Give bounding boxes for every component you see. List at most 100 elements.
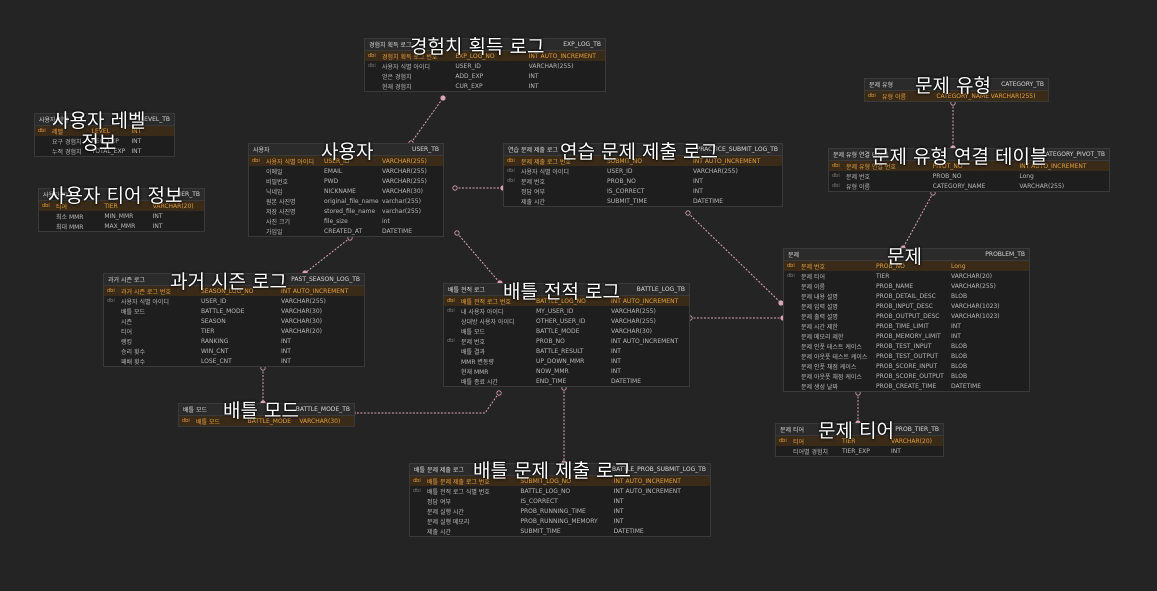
- key-badge: dbi: [107, 298, 115, 304]
- table-row[interactable]: dbi 사용자 식별 아이디 USER_ID VARCHAR(255): [104, 296, 364, 306]
- table-row[interactable]: 정답 여부 IS_CORRECT INT: [410, 496, 710, 506]
- column-name: 패배 횟수: [121, 358, 145, 366]
- table-row[interactable]: dbi 문제 번호 PROB_NO INT: [504, 176, 782, 186]
- table-row[interactable]: 이메일 EMAIL VARCHAR(255): [249, 166, 443, 176]
- table-label: 과거 시즌 로그: [108, 277, 145, 284]
- field-name: PROB_DETAIL_DESC: [876, 292, 936, 300]
- table-row[interactable]: 문제 입력 설명 PROB_INPUT_DESC VARCHAR(1023): [784, 301, 1029, 311]
- table-row[interactable]: 닉네임 NICKNAME VARCHAR(30): [249, 186, 443, 196]
- field-type: varchar(255): [382, 207, 421, 215]
- column-name: 배틀 결과: [461, 348, 485, 356]
- table-row[interactable]: dbi 문제 티어 TIER VARCHAR(20): [784, 271, 1029, 281]
- caption-battle-mode: 배틀 모드: [223, 400, 299, 422]
- table-row[interactable]: 시즌 SEASON VARCHAR(30): [104, 316, 364, 326]
- field-name: OTHER_USER_ID: [536, 317, 586, 325]
- table-row[interactable]: 승리 횟수 WIN_CNT INT: [104, 346, 364, 356]
- table-row[interactable]: 문제 생성 날짜 PROB_CREATE_TIME DATETIME: [784, 381, 1029, 391]
- field-name: UP_DOWN_MMR: [536, 357, 585, 365]
- field-type: INT: [281, 347, 291, 355]
- field-name: MAX_MMR: [104, 222, 136, 230]
- table-row[interactable]: 비밀번호 PWD VARCHAR(255): [249, 176, 443, 186]
- column-name: 문제 번호: [461, 338, 485, 346]
- field-name: PROB_TEST_INPUT: [876, 342, 932, 350]
- table-row[interactable]: 문제 인풋 테스트 케이스 PROB_TEST_INPUT BLOB: [784, 341, 1029, 351]
- field-name: TIER_EXP: [842, 447, 870, 455]
- table-row[interactable]: 문제 시간 제한 PROB_TIME_LIMIT INT: [784, 321, 1029, 331]
- field-type: VARCHAR(30): [611, 327, 652, 335]
- table-row[interactable]: dbi 유형 이름 CATEGORY_NAME VARCHAR(255): [829, 181, 1109, 191]
- table-row[interactable]: 문제 내용 설명 PROB_DETAIL_DESC BLOB: [784, 291, 1029, 301]
- table-row[interactable]: 저장 사진명 stored_file_name varchar(255): [249, 206, 443, 216]
- table-row[interactable]: dbi 내 사용자 아이디 MY_USER_ID VARCHAR(255): [444, 306, 689, 316]
- field-name: NICKNAME: [324, 187, 356, 195]
- table-row[interactable]: 제출 시간 SUBMIT_TIME DATETIME: [410, 526, 710, 536]
- table-row[interactable]: 티어별 경험치 TIER_EXP INT: [776, 446, 943, 456]
- table-row[interactable]: dbi 사용자 식별 아이디 USER_ID VARCHAR(255): [365, 61, 605, 71]
- column-name: 문제 인풋 테스트 케이스: [801, 343, 862, 351]
- table-row[interactable]: 현재 경험치 CUR_EXP INT: [365, 81, 605, 91]
- column-name: 문제 생성 날짜: [801, 383, 838, 391]
- field-name: BATTLE_LOG_NO: [520, 487, 571, 495]
- column-name: 원본 사진명: [266, 198, 296, 206]
- column-name: 티어: [121, 328, 133, 336]
- table-row[interactable]: 최대 MMR MAX_MMR INT: [39, 221, 204, 231]
- table-row[interactable]: 가입일 CREATED_AT DATETIME: [249, 226, 443, 236]
- table-row[interactable]: 배틀 결과 BATTLE_RESULT INT: [444, 346, 689, 356]
- column-name: 문제 입력 설명: [801, 303, 838, 311]
- table-row[interactable]: dbi 문제 번호 PROB_NO INT AUTO_INCREMENT: [444, 336, 689, 346]
- table-row[interactable]: 얻은 경험치 ADD_EXP INT: [365, 71, 605, 81]
- table-label: 경험치 획득 로그: [369, 42, 412, 49]
- field-name: RANKING: [201, 337, 229, 345]
- field-name: PROB_NO: [932, 172, 962, 180]
- table-row[interactable]: 문제 인풋 채점 케이스 PROB_SCORE_INPUT BLOB: [784, 361, 1029, 371]
- key-badge: dbi: [447, 338, 455, 344]
- field-name: PROB_SCORE_INPUT: [876, 362, 938, 370]
- table-row[interactable]: 랭킹 RANKING INT: [104, 336, 364, 346]
- key-badge: dbi: [447, 308, 455, 314]
- field-name: PROB_MEMORY_LIMIT: [876, 332, 941, 340]
- column-name: 제출 시간: [521, 198, 545, 206]
- table-row[interactable]: 문제 아웃풋 채점 케이스 PROB_SCORE_OUTPUT BLOB: [784, 371, 1029, 381]
- table-row[interactable]: 제출 시간 SUBMIT_TIME DATETIME: [504, 196, 782, 206]
- table-row[interactable]: MMR 변동량 UP_DOWN_MMR INT: [444, 356, 689, 366]
- table-problem[interactable]: 문제 PROBLEM_TB dbi 문제 번호 PROB_NO Long dbi 문제 티어 T…: [783, 248, 1030, 392]
- caption-prob-tier: 문제 티어: [818, 420, 894, 442]
- column-name: 유형 이름: [846, 183, 870, 191]
- column-name: 문제 내용 설명: [801, 293, 838, 301]
- table-row[interactable]: dbi 배틀 전적 로그 식별 번호 BATTLE_LOG_NO INT AUTO_I…: [410, 486, 710, 496]
- column-name: 사용자 식별 아이디: [382, 63, 430, 71]
- column-name: 비밀번호: [266, 178, 289, 186]
- table-row[interactable]: 패배 횟수 LOSE_CNT INT: [104, 356, 364, 366]
- key-badge: dbi: [507, 168, 515, 174]
- table-label: 문제 유형: [869, 82, 893, 89]
- table-row[interactable]: 배틀 종료 시간 END_TIME DATETIME: [444, 376, 689, 386]
- table-row[interactable]: 배틀 모드 BATTLE_MODE VARCHAR(30): [444, 326, 689, 336]
- column-name: 문제 번호: [801, 263, 825, 271]
- field-type: BLOB: [951, 342, 968, 350]
- table-row[interactable]: 문제 이름 PROB_NAME VARCHAR(255): [784, 281, 1029, 291]
- table-row[interactable]: 문제 메모리 제한 PROB_MEMORY_LIMIT INT: [784, 331, 1029, 341]
- table-row[interactable]: dbi 문제 번호 PROB_NO Long: [829, 171, 1109, 181]
- table-row[interactable]: 현재 MMR NOW_MMR INT: [444, 366, 689, 376]
- table-row[interactable]: 정답 여부 IS_CORRECT INT: [504, 186, 782, 196]
- table-row[interactable]: 배틀 모드 BATTLE_MODE VARCHAR(30): [104, 306, 364, 316]
- table-physical-name: CATEGORY_PIVOT_TB: [1041, 151, 1105, 158]
- table-row[interactable]: 문제 아웃풋 테스트 케이스 PROB_TEST_OUTPUT BLOB: [784, 351, 1029, 361]
- column-name: 문제 이름: [801, 283, 825, 291]
- table-row[interactable]: 티어 TIER VARCHAR(20): [104, 326, 364, 336]
- table-row[interactable]: 문제 실행 시간 PROB_RUNNING_TIME INT: [410, 506, 710, 516]
- table-row[interactable]: dbi 사용자 식별 아이디 USER_ID VARCHAR(255): [504, 166, 782, 176]
- column-name: 최소 MMR: [56, 213, 84, 221]
- table-row[interactable]: 문제 실행 메모리 PROB_RUNNING_MEMORY INT: [410, 516, 710, 526]
- field-name: original_file_name: [324, 197, 379, 205]
- column-name: 현재 경험치: [382, 83, 412, 91]
- column-name: 현재 MMR: [461, 368, 489, 376]
- table-row[interactable]: 문제 출력 설명 PROB_OUTPUT_DESC VARCHAR(1023): [784, 311, 1029, 321]
- table-row[interactable]: 원본 사진명 original_file_name varchar(255): [249, 196, 443, 206]
- table-row[interactable]: 최소 MMR MIN_MMR INT: [39, 211, 204, 221]
- key-badge: dbi: [832, 183, 840, 189]
- table-row[interactable]: 사진 크기 file_size int: [249, 216, 443, 226]
- field-type: BLOB: [951, 352, 968, 360]
- table-row[interactable]: 상대방 사용자 아이디 OTHER_USER_ID VARCHAR(255): [444, 316, 689, 326]
- field-type: BLOB: [951, 362, 968, 370]
